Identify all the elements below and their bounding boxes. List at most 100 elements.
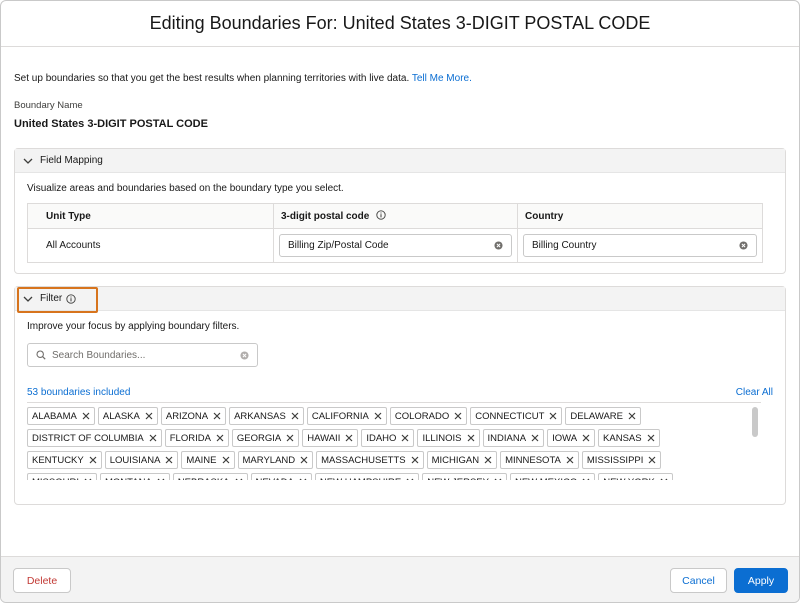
boundary-pill-label: MISSISSIPPI [586,454,644,466]
boundary-pill-label: CALIFORNIA [311,410,369,422]
boundary-pill[interactable]: MISSOURI [27,473,97,480]
boundary-pill[interactable]: GEORGIA [231,429,300,447]
boundary-pill[interactable]: ARKANSAS [229,407,304,425]
close-icon[interactable] [660,478,668,480]
boundary-pill[interactable]: ALABAMA [27,407,95,425]
boundary-pill[interactable]: MICHIGAN [426,451,498,469]
close-icon[interactable] [566,456,574,464]
boundary-pill[interactable]: IDAHO [361,429,415,447]
boundary-pill[interactable]: DISTRICT OF COLUMBIA [27,429,162,447]
included-count[interactable]: 53 boundaries included [27,387,130,398]
boundary-pill-label: DELAWARE [570,410,623,422]
boundary-pill-list: ALABAMA ALASKA ARIZONA ARKANSAS CALIFORNIA CO… [27,402,761,480]
clear-all-link[interactable]: Clear All [736,387,773,398]
boundary-pill[interactable]: MINNESOTA [500,451,579,469]
boundary-pill[interactable]: MISSISSIPPI [581,451,662,469]
boundary-pill[interactable]: COLORADO [389,407,468,425]
close-icon[interactable] [345,434,353,442]
cancel-button[interactable]: Cancel [670,568,727,593]
boundary-pill[interactable]: ALASKA [97,407,158,425]
close-icon[interactable] [647,434,655,442]
filter-header[interactable]: Filter [15,287,785,313]
close-icon[interactable] [454,412,462,420]
boundary-pill-label: ALASKA [102,410,140,422]
table-row: All Accounts Billing Zip/Postal Code Bil… [27,228,763,263]
boundary-pill[interactable]: HAWAII [302,429,359,447]
pill-list-scrollbar[interactable] [751,405,759,479]
boundary-pill[interactable]: MONTANA [99,473,170,481]
tell-me-more-link[interactable]: Tell Me More. [412,73,472,84]
boundary-pill[interactable]: NEW JERSEY [422,473,507,480]
close-icon[interactable] [213,412,221,420]
boundary-pill-label: KANSAS [603,432,642,444]
clear-circle-icon[interactable] [739,241,748,250]
clear-circle-icon[interactable] [494,241,503,250]
close-icon[interactable] [582,434,590,442]
close-icon[interactable] [467,434,475,442]
close-icon[interactable] [411,456,419,464]
close-icon[interactable] [299,478,307,480]
close-icon[interactable] [401,434,409,442]
close-icon[interactable] [235,478,243,480]
close-icon[interactable] [165,456,173,464]
close-icon[interactable] [628,412,636,420]
boundary-pill[interactable]: NEVADA [250,473,312,480]
boundary-pill-label: MAINE [186,454,217,466]
close-icon[interactable] [494,478,502,480]
search-icon [36,350,46,360]
boundary-pill[interactable]: LOUISIANA [104,451,179,469]
boundary-pill-label: COLORADO [394,410,450,422]
boundary-pill[interactable]: KANSAS [598,429,660,447]
boundary-pill[interactable]: DELAWARE [565,407,641,425]
boundary-pill[interactable]: MAINE [181,451,235,469]
boundary-pill-label: LOUISIANA [109,454,161,466]
boundary-pill[interactable]: CONNECTICUT [470,407,563,425]
country-field-select[interactable]: Billing Country [523,234,757,257]
apply-button[interactable]: Apply [734,568,788,593]
boundary-pill[interactable]: FLORIDA [164,429,229,447]
close-icon[interactable] [484,456,492,464]
scrollbar-thumb[interactable] [752,407,758,437]
close-icon[interactable] [406,478,414,480]
field-mapping-header[interactable]: Field Mapping [15,149,785,173]
boundary-pill[interactable]: NEW HAMPSHIRE [314,473,420,480]
close-icon[interactable] [531,434,539,442]
boundary-pill[interactable]: IOWA [547,429,596,447]
close-icon[interactable] [84,478,92,480]
boundary-pill[interactable]: INDIANA [482,429,545,447]
boundary-pill[interactable]: NEW MEXICO [509,473,596,480]
table-header-row: Unit Type 3-digit postal code Country [27,203,763,229]
close-icon[interactable] [157,478,165,480]
search-boundaries-input[interactable]: Search Boundaries... [27,343,258,367]
boundary-pill[interactable]: CALIFORNIA [306,407,387,425]
modal-title: Editing Boundaries For: United States 3-… [149,13,651,33]
close-icon[interactable] [582,478,590,480]
boundary-pill[interactable]: MARYLAND [237,451,314,469]
clear-circle-icon[interactable] [240,350,249,360]
boundary-pill-label: MONTANA [105,477,152,481]
close-icon[interactable] [82,412,90,420]
boundary-pill[interactable]: ILLINOIS [417,429,480,447]
close-icon[interactable] [300,456,308,464]
close-icon[interactable] [286,434,294,442]
filter-section: Filter Improve your focus by applying bo… [14,286,786,505]
info-icon[interactable] [376,210,386,220]
close-icon[interactable] [374,412,382,420]
delete-button[interactable]: Delete [13,568,71,593]
boundary-pill[interactable]: NEBRASKA [172,473,248,481]
close-icon[interactable] [149,434,157,442]
boundary-pill[interactable]: KENTUCKY [27,451,102,469]
postal-field-select[interactable]: Billing Zip/Postal Code [279,234,512,257]
close-icon[interactable] [648,456,656,464]
close-icon[interactable] [291,412,299,420]
close-icon[interactable] [89,456,97,464]
close-icon[interactable] [222,456,230,464]
boundary-pill[interactable]: ARIZONA [160,407,227,425]
boundary-pill-label: NEBRASKA [178,477,230,481]
close-icon[interactable] [216,434,224,442]
close-icon[interactable] [549,412,557,420]
chevron-down-icon[interactable] [23,156,33,166]
boundary-pill[interactable]: MASSACHUSETTS [316,451,424,469]
close-icon[interactable] [145,412,153,420]
boundary-pill[interactable]: NEW YORK [598,473,673,480]
